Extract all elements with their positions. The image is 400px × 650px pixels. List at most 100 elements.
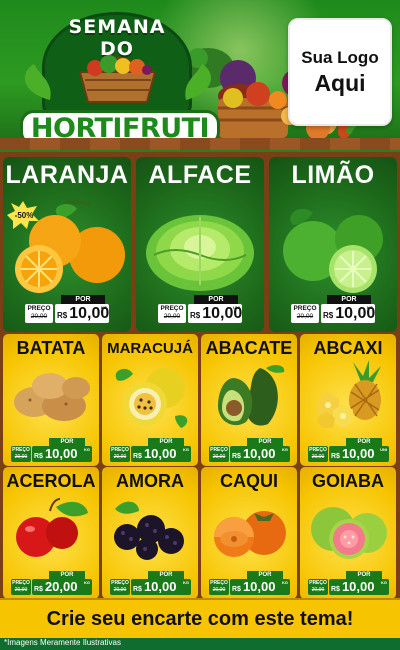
- currency: R$: [331, 453, 340, 460]
- leaf-left-icon: [24, 64, 51, 100]
- product-name: ABCAXI: [313, 338, 383, 358]
- guava-icon: [311, 507, 387, 559]
- old-price: 20,00: [30, 313, 48, 320]
- acerola-icon: [16, 498, 88, 557]
- product-card-batata[interactable]: BATATA POR PREÇO 20,00 R$ 10,00 KG: [3, 334, 99, 466]
- preco-label: PREÇO: [210, 580, 228, 586]
- product-card-abcaxi[interactable]: ABCAXI POR PREÇO 20,00 R$ 10,00 UNI: [300, 334, 396, 466]
- old-price-box: PREÇO 20,00: [308, 446, 328, 462]
- new-price-box: R$ 10,00 KG: [329, 579, 389, 595]
- new-price-box: R$ 10,00 KG: [131, 579, 191, 595]
- unit: KG: [183, 580, 189, 585]
- old-price-box: PREÇO 20,00: [158, 304, 186, 323]
- unit: KG: [101, 305, 107, 310]
- unit: UNI: [233, 305, 240, 310]
- preco-label: PREÇO: [27, 305, 51, 312]
- product-name: BATATA: [16, 338, 86, 358]
- price-value: 10,00: [242, 446, 276, 461]
- unit: KG: [282, 447, 288, 452]
- preco-label: PREÇO: [12, 580, 30, 586]
- product-name: LIMÃO: [291, 161, 375, 189]
- product-card-alface[interactable]: ALFACE POR PREÇO 20,00 R$ 10,00 UNI: [136, 157, 264, 332]
- price-tag: POR PREÇO 20,00 R$ 10,00 KG: [110, 438, 192, 464]
- currency: R$: [190, 311, 201, 320]
- currency: R$: [323, 311, 334, 320]
- por-label: POR: [247, 438, 283, 446]
- old-price: 20,00: [14, 454, 28, 460]
- unit: KG: [183, 447, 189, 452]
- price-tag: POR PREÇO 20,00 R$ 10,00 KG: [11, 438, 93, 464]
- por-label: POR: [49, 571, 85, 579]
- currency: R$: [57, 311, 68, 320]
- product-name: ABACATE: [205, 338, 293, 358]
- passion-fruit-icon: [115, 368, 188, 428]
- old-price-box: PREÇO 20,00: [25, 304, 53, 323]
- new-price-box: R$ 10,00 KG: [131, 446, 191, 462]
- new-price-box: R$ 10,00 KG: [321, 304, 375, 323]
- old-price-box: PREÇO 20,00: [291, 304, 319, 323]
- unit: UNI: [380, 447, 387, 452]
- price-value: 10,00: [143, 446, 177, 461]
- avocado-icon: [218, 365, 285, 426]
- product-card-caqui[interactable]: CAQUI POR PREÇO 20,00 R$ 10,00 KG: [201, 467, 297, 599]
- por-label: POR: [247, 571, 283, 579]
- product-name: CAQUI: [220, 471, 278, 491]
- old-price-box: PREÇO 20,00: [209, 446, 229, 462]
- product-card-abacate[interactable]: ABACATE POR PREÇO 20,00 R$ 10,00 KG: [201, 334, 297, 466]
- price-tag: POR PREÇO 20,00 R$ 10,00 KG: [291, 295, 375, 325]
- product-name: ACEROLA: [6, 471, 96, 491]
- logo-placeholder[interactable]: Sua Logo Aqui: [288, 18, 392, 126]
- preco-label: PREÇO: [309, 580, 327, 586]
- unit: KG: [367, 305, 373, 310]
- price-value: 10,00: [341, 446, 375, 461]
- cta-banner[interactable]: Crie seu encarte com este tema!: [0, 598, 400, 638]
- new-price-box: R$ 10,00 UNI: [329, 446, 389, 462]
- old-price: 20,00: [212, 587, 226, 593]
- lettuce-icon: [146, 215, 254, 291]
- header-banner: SEMANA DO HORTIFRUTI Sua Logo Aqui: [0, 0, 400, 150]
- price-tag: POR PREÇO 20,00 R$ 10,00 KG: [25, 295, 109, 325]
- currency: R$: [34, 586, 43, 593]
- product-card-goiaba[interactable]: GOIABA POR PREÇO 20,00 R$ 10,00 KG: [300, 467, 396, 599]
- unit: KG: [282, 580, 288, 585]
- product-card-acerola[interactable]: ACEROLA POR PREÇO 20,00 R$ 20,00 KG: [3, 467, 99, 599]
- old-price: 20,00: [163, 313, 181, 320]
- currency: R$: [34, 453, 43, 460]
- new-price-box: R$ 10,00 KG: [230, 446, 290, 462]
- product-card-maracuja[interactable]: MARACUJÁ POR PREÇO 20,00 R$ 10,00 KG: [102, 334, 198, 466]
- product-card-laranja[interactable]: LARANJA -50% POR PREÇO 20,00 R$ 10,00 KG: [3, 157, 131, 332]
- por-label: POR: [346, 571, 382, 579]
- price-value: 10,00: [341, 579, 375, 594]
- unit: KG: [381, 580, 387, 585]
- price-tag: POR PREÇO 20,00 R$ 10,00 KG: [209, 571, 291, 597]
- old-price: 20,00: [113, 454, 127, 460]
- leaf-right-icon: [185, 64, 212, 100]
- product-name: AMORA: [116, 471, 184, 491]
- price-tag: POR PREÇO 20,00 R$ 10,00 UNI: [158, 295, 242, 325]
- price-value: 10,00: [44, 446, 78, 461]
- new-price-box: R$ 10,00 KG: [32, 446, 92, 462]
- logo-line-1: Sua Logo: [301, 48, 379, 67]
- product-name: LARANJA: [5, 161, 129, 189]
- old-price: 20,00: [212, 454, 226, 460]
- discount-label: -50%: [14, 211, 34, 220]
- lime-icon: [283, 208, 383, 293]
- preco-label: PREÇO: [111, 447, 129, 453]
- price-tag: POR PREÇO 20,00 R$ 10,00 KG: [308, 571, 390, 597]
- price-value: 10,00: [143, 579, 177, 594]
- new-price-box: R$ 10,00 KG: [230, 579, 290, 595]
- old-price: 20,00: [311, 454, 325, 460]
- old-price-box: PREÇO 20,00: [11, 579, 31, 595]
- new-price-box: R$ 10,00 UNI: [188, 304, 242, 323]
- old-price: 20,00: [14, 587, 28, 593]
- old-price: 20,00: [311, 587, 325, 593]
- wood-strip: [0, 138, 400, 150]
- blackberry-icon: [114, 501, 184, 560]
- preco-label: PREÇO: [210, 447, 228, 453]
- potato-icon: [14, 373, 90, 421]
- product-card-amora[interactable]: AMORA POR PREÇO 20,00 R$ 10,00 KG: [102, 467, 198, 599]
- preco-label: PREÇO: [309, 447, 327, 453]
- product-card-limao[interactable]: LIMÃO POR PREÇO 20,00 R$ 10,00 KG: [269, 157, 397, 332]
- por-label: POR: [148, 438, 184, 446]
- por-label: POR: [61, 295, 105, 304]
